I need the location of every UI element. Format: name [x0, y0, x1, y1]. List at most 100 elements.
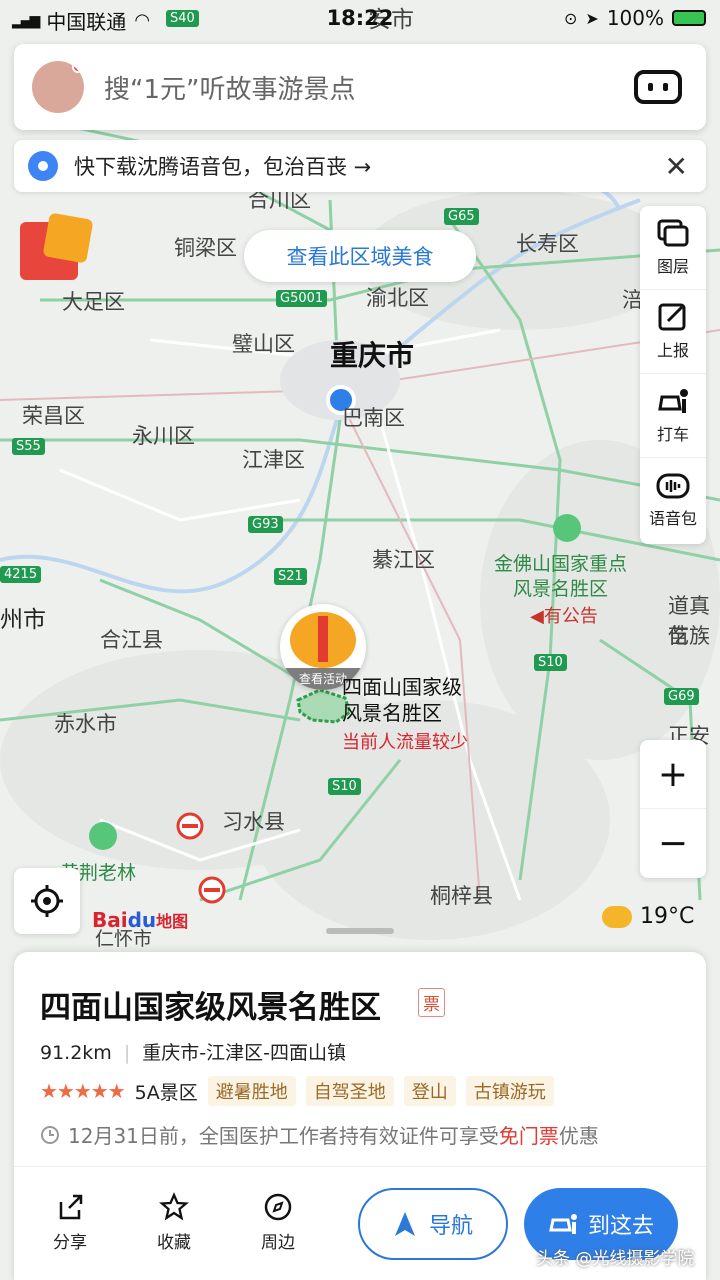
tag[interactable]: 避暑胜地	[207, 1076, 296, 1106]
city-label[interactable]: 永川区	[132, 420, 195, 450]
status-right: ⊙ ➤ 100%	[564, 6, 706, 30]
scenic-level: 5A景区	[134, 1081, 198, 1104]
location-pin-icon	[28, 151, 58, 181]
tag[interactable]: 古镇游玩	[465, 1076, 554, 1106]
poi-simian-crowd: 当前人流量较少	[342, 732, 468, 753]
zoom-in-button[interactable]: +	[640, 740, 706, 809]
navigation-arrow-icon	[394, 1212, 415, 1236]
voice-pack-button[interactable]: 语音包	[640, 458, 706, 542]
locate-me-button[interactable]	[14, 868, 80, 934]
zoom-out-button[interactable]: −	[640, 809, 706, 878]
city-label[interactable]: 江津区	[242, 444, 305, 474]
city-label[interactable]: 桐梓县	[430, 880, 493, 910]
favorite-label: 收藏	[157, 1233, 191, 1253]
place-detail-card[interactable]: 四面山国家级风景名胜区 票 91.2km | 重庆市-江津区-四面山镇 ★★★★★ …	[14, 952, 706, 1280]
rating-row: ★★★★★ 5A景区 避暑胜地 自驾圣地 登山 古镇游玩	[40, 1076, 554, 1106]
promo-suffix: 优惠	[558, 1124, 599, 1148]
scenic-poi-icon[interactable]	[553, 514, 581, 542]
location-arrow-icon: ➤	[585, 8, 599, 28]
star-icon	[159, 1192, 189, 1221]
road-shield: S10	[534, 654, 567, 671]
scenic-poi-icon-huangjing[interactable]	[89, 822, 117, 850]
card-drag-handle[interactable]	[326, 928, 394, 934]
poi-jinfo-line2: 风景名胜区	[513, 577, 609, 600]
promo-line[interactable]: 12月31日前，全国医护工作者持有效证件可享受免门票优惠	[40, 1120, 599, 1149]
city-label-chongqing[interactable]: 重庆市	[330, 334, 414, 374]
temperature: 19°C	[640, 904, 695, 929]
compass-icon	[264, 1193, 292, 1221]
city-label[interactable]: 璧山区	[232, 328, 295, 358]
city-label[interactable]: 长寿区	[516, 228, 579, 258]
city-label[interactable]: 州市	[0, 600, 46, 634]
share-button[interactable]: 分享	[40, 1192, 100, 1253]
city-label[interactable]: 大足区	[62, 286, 125, 316]
weather-widget[interactable]: 19°C	[602, 904, 694, 929]
poi-jinfo-line1: 金佛山国家重点	[494, 553, 628, 575]
share-label: 分享	[53, 1233, 87, 1253]
map-tools-panel: 图层 上报 打车 语音包	[640, 206, 706, 544]
close-icon[interactable]: ✕	[665, 150, 688, 183]
search-bar[interactable]: 搜“1元”听故事游景点	[14, 44, 706, 130]
cloud-sun-icon	[602, 905, 632, 928]
battery-icon	[672, 10, 706, 26]
voice-pack-label: 语音包	[648, 509, 697, 528]
city-label[interactable]: 綦江区	[372, 544, 435, 574]
report-edit-icon	[658, 303, 686, 330]
city-label[interactable]: 铜梁区	[174, 232, 237, 262]
divider	[14, 1166, 706, 1167]
assistant-robot-icon[interactable]	[634, 70, 682, 104]
rating-stars: ★★★★★	[40, 1079, 126, 1103]
voice-pack-notice[interactable]: 快下载沈腾语音包，包治百丧 → ✕	[14, 140, 706, 192]
meta-separator: |	[123, 1042, 131, 1064]
action-row: 分享 收藏 周边	[40, 1192, 308, 1253]
red-packet-promo-icon[interactable]	[16, 212, 94, 282]
tag[interactable]: 登山	[403, 1076, 456, 1106]
notice-text[interactable]: 快下载沈腾语音包，包治百丧 →	[74, 151, 665, 181]
road-shield: S10	[328, 778, 361, 795]
notification-dot	[72, 61, 84, 73]
city-label[interactable]: 苗族	[668, 620, 710, 650]
city-label[interactable]: 赤水市	[54, 708, 117, 738]
poi-jinfo-badge[interactable]: ◀有公告	[530, 602, 598, 628]
ticket-badge[interactable]: 票	[418, 988, 445, 1017]
tag[interactable]: 自驾圣地	[305, 1076, 394, 1106]
navigate-button[interactable]: 导航	[358, 1188, 508, 1260]
user-avatar[interactable]	[32, 61, 84, 113]
nearby-label: 周边	[261, 1233, 295, 1253]
distance: 91.2km	[40, 1042, 112, 1064]
favorite-button[interactable]: 收藏	[144, 1192, 204, 1253]
layers-button[interactable]: 图层	[640, 206, 706, 290]
city-label[interactable]: 合江县	[100, 624, 163, 654]
poi-jinfo-name[interactable]: 金佛山国家重点 风景名胜区	[494, 552, 627, 601]
traffic-restriction-icon[interactable]	[176, 812, 204, 840]
zoom-controls: + −	[640, 740, 706, 878]
road-shield: G65	[444, 208, 479, 225]
share-icon	[59, 1194, 83, 1220]
promo-prefix: 12月31日前，全国医护工作者持有效证件可享受	[68, 1124, 499, 1148]
poi-simian-name[interactable]: 四面山国家级 风景名胜区	[342, 674, 462, 726]
city-label[interactable]: 渝北区	[366, 282, 429, 312]
city-label[interactable]: 荣昌区	[22, 400, 85, 430]
city-label[interactable]: 习水县	[222, 806, 285, 836]
city-label[interactable]: 巴南区	[342, 402, 405, 432]
car-icon	[549, 1214, 577, 1234]
address: 重庆市-江津区-四面山镇	[142, 1042, 346, 1064]
promo-highlight: 免门票	[498, 1124, 559, 1148]
traffic-restriction-icon[interactable]	[198, 876, 226, 904]
road-shield: G69	[664, 688, 699, 705]
road-shield: S21	[274, 568, 307, 585]
search-placeholder[interactable]: 搜“1元”听故事游景点	[104, 69, 634, 106]
taxi-button[interactable]: 打车	[640, 374, 706, 458]
taxi-label: 打车	[656, 424, 689, 444]
report-label: 上报	[656, 340, 689, 360]
go-here-label: 到这去	[587, 1214, 654, 1239]
nearby-button[interactable]: 周边	[248, 1192, 308, 1253]
clock-icon	[41, 1125, 59, 1144]
gift-box-ribbon	[318, 616, 328, 662]
battery-percent: 100%	[606, 6, 664, 30]
road-shield: G93	[248, 516, 283, 533]
report-button[interactable]: 上报	[640, 290, 706, 374]
place-meta: 91.2km | 重庆市-江津区-四面山镇	[40, 1038, 346, 1065]
navigate-label: 导航	[428, 1214, 473, 1239]
view-area-food-button[interactable]: 查看此区域美食	[244, 230, 476, 282]
